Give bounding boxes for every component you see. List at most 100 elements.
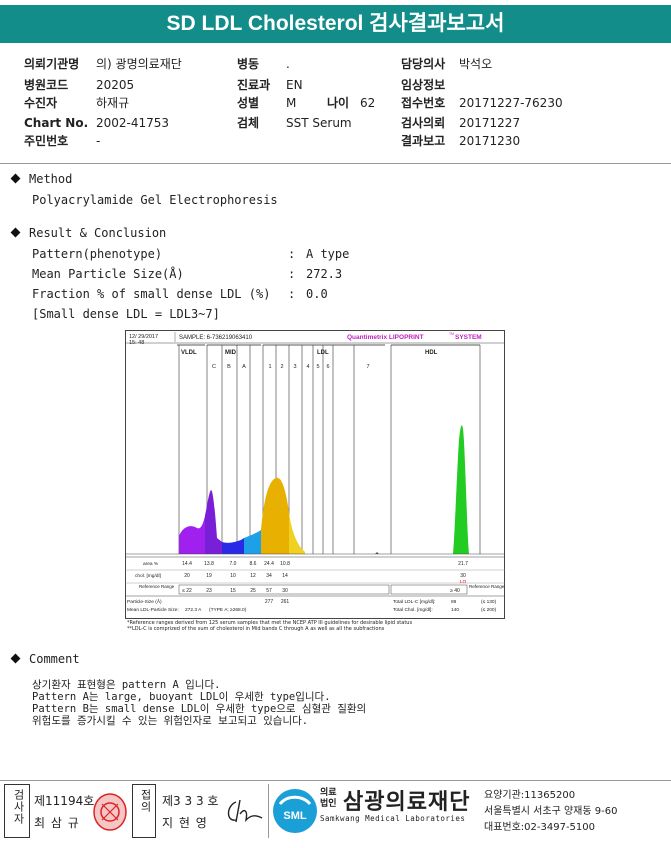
group-label-hdl: HDL — [425, 350, 438, 356]
total-ldl-label: Total LDL-C [mg/dl]: — [393, 599, 435, 605]
info-label: 결과보고 — [401, 134, 446, 148]
bullet-diamond-icon — [10, 653, 21, 664]
area-value: 14.4 — [182, 561, 192, 567]
comment-line: Pattern A는 large, buoyant LDL이 우세한 type입… — [32, 691, 331, 703]
ref-value: 23 — [206, 588, 212, 594]
area-value: 21.7 — [458, 561, 468, 567]
result-row-colon: : — [288, 247, 296, 261]
result-row-colon: : — [288, 287, 296, 301]
result-row-colon: : — [288, 267, 296, 281]
total-chol-limit: (≤ 200) — [481, 607, 497, 613]
info-value: 2002-41753 — [96, 116, 170, 130]
info-label: 병원코드 — [24, 78, 69, 92]
bullet-diamond-icon — [10, 227, 21, 238]
logo-text: SML — [283, 810, 307, 822]
mean-size-label: Mean LDL-Particle Size: — [127, 607, 179, 613]
footer: 검사자 제11194호 최 삼 규 접의 제3 3 3 호 지 현 영 SML … — [0, 784, 671, 844]
info-value: 하재규 — [96, 96, 130, 110]
examiner-license: 제11194호 — [34, 794, 95, 808]
info-label: 담당의사 — [401, 57, 446, 71]
band-label: 2 — [280, 364, 283, 370]
org-prefix-1: 의료 — [320, 788, 337, 798]
area-value: 24.4 — [264, 561, 274, 567]
comment-lines: 상기환자 표현형은 pattern A 입니다. Pattern A는 larg… — [32, 679, 366, 727]
band-label: 3 — [293, 364, 296, 370]
band-label: C — [212, 364, 216, 370]
band-label: B — [227, 364, 231, 370]
chart-brand-suffix: SYSTEM — [455, 334, 482, 341]
info-value: - — [96, 134, 101, 148]
ref-value: 25 — [250, 588, 256, 594]
info-label: 수진자 — [24, 96, 58, 110]
comment-line: 상기환자 표현형은 pattern A 입니다. — [32, 679, 221, 691]
sml-logo-icon: SML — [273, 789, 317, 833]
info-label: 주민번호 — [24, 134, 69, 148]
mean-size-pattern: (TYPE A; ≥268.0) — [209, 607, 247, 613]
total-chol-label: Total Chol. [mg/dl]: — [393, 607, 433, 613]
receiver-tag: 접의 — [139, 789, 152, 813]
ref-label-right: Reference Range — [469, 584, 505, 589]
hdl-ref-value: ≥ 40 — [450, 588, 460, 594]
chart-brand-tm: TM — [449, 332, 454, 336]
info-label: Chart No. — [24, 116, 89, 130]
total-chol-value: 140 — [451, 607, 459, 613]
signature-icon — [227, 799, 263, 823]
band-label: 1 — [268, 364, 271, 370]
footer-divider — [0, 780, 671, 781]
ref-value: 15 — [230, 588, 236, 594]
chol-value: 20 — [184, 573, 190, 579]
chol-value: 12 — [250, 573, 256, 579]
age-value: 62 — [360, 96, 376, 110]
comment-line: 위험도를 증가시킬 수 있는 위험인자로 보고되고 있습니다. — [32, 715, 309, 727]
info-label: 접수번호 — [401, 96, 446, 110]
chol-value: 14 — [282, 573, 288, 579]
examiner-box: 검사자 — [4, 784, 30, 838]
report-title: SD LDL Cholesterol 검사결과보고서 — [0, 5, 671, 43]
info-label: 병동 — [237, 57, 260, 71]
area-value: 13.8 — [204, 561, 214, 567]
result-row-label: Pattern(phenotype) — [32, 247, 163, 261]
info-value: . — [286, 57, 290, 71]
info-value: SST Serum — [286, 116, 352, 130]
institution-no: 요양기관:11365200 — [484, 790, 576, 801]
method-text: Polyacrylamide Gel Electrophoresis — [32, 193, 278, 207]
comment-line: Pattern B는 small dense LDL이 우세한 type으로 심… — [32, 703, 367, 715]
chart-footnote: **LDL-C is comprized of the sum of chole… — [127, 626, 385, 632]
info-value: 20205 — [96, 78, 135, 92]
chol-value: 19 — [206, 573, 212, 579]
receiver-license: 제3 3 3 호 — [162, 794, 219, 808]
method-heading: Method — [10, 172, 72, 186]
receiver-name: 지 현 영 — [162, 816, 208, 830]
band-label: 6 — [326, 364, 329, 370]
bullet-diamond-icon — [10, 173, 21, 184]
address: 서울특별시 서초구 양재동 9-60 — [484, 806, 618, 817]
particle-size-label: Particle-Size (Å) — [127, 598, 162, 605]
result-note: [Small dense LDL = LDL3~7] — [32, 307, 220, 321]
comment-heading: Comment — [10, 652, 80, 666]
result-row-label: Fraction % of small dense LDL (%) — [32, 287, 271, 301]
info-value: 의) 광명의료재단 — [96, 57, 182, 71]
info-value: 20171227-76230 — [459, 96, 563, 110]
chol-value: 10 — [230, 573, 236, 579]
area-value: 10.8 — [280, 561, 290, 567]
group-label-vldl: VLDL — [181, 350, 197, 356]
info-label: 검사의뢰 — [401, 116, 446, 130]
band-label: 7 — [366, 364, 369, 370]
result-row-value: 272.3 — [306, 267, 343, 281]
particle-size-value: 261 — [281, 599, 290, 605]
age-label: 나이 — [327, 96, 350, 110]
info-value: 20171227 — [459, 116, 521, 130]
ref-value: ≤ 22 — [182, 588, 192, 594]
info-value: 박석오 — [459, 57, 493, 71]
chol-value: 30 — [460, 573, 466, 579]
examiner-name: 최 삼 규 — [34, 816, 80, 830]
org-english: Samkwang Medical Laboratories — [320, 814, 466, 823]
patient-info: 의뢰기관명 의) 광명의료재단 병원코드 20205 수진자 하재규 Chart No. 20… — [0, 50, 671, 150]
result-heading: Result & Conclusion — [10, 226, 166, 240]
chart-footnotes: *Reference ranges derived from 125 serum… — [127, 620, 412, 632]
total-ldl-limit: (≤ 130) — [481, 599, 497, 605]
info-label: 임상정보 — [401, 78, 446, 92]
area-value: 8.6 — [250, 561, 257, 567]
info-value: 20171230 — [459, 134, 521, 148]
chart-brand: Quantimetrix LIPOPRINT — [347, 334, 424, 341]
